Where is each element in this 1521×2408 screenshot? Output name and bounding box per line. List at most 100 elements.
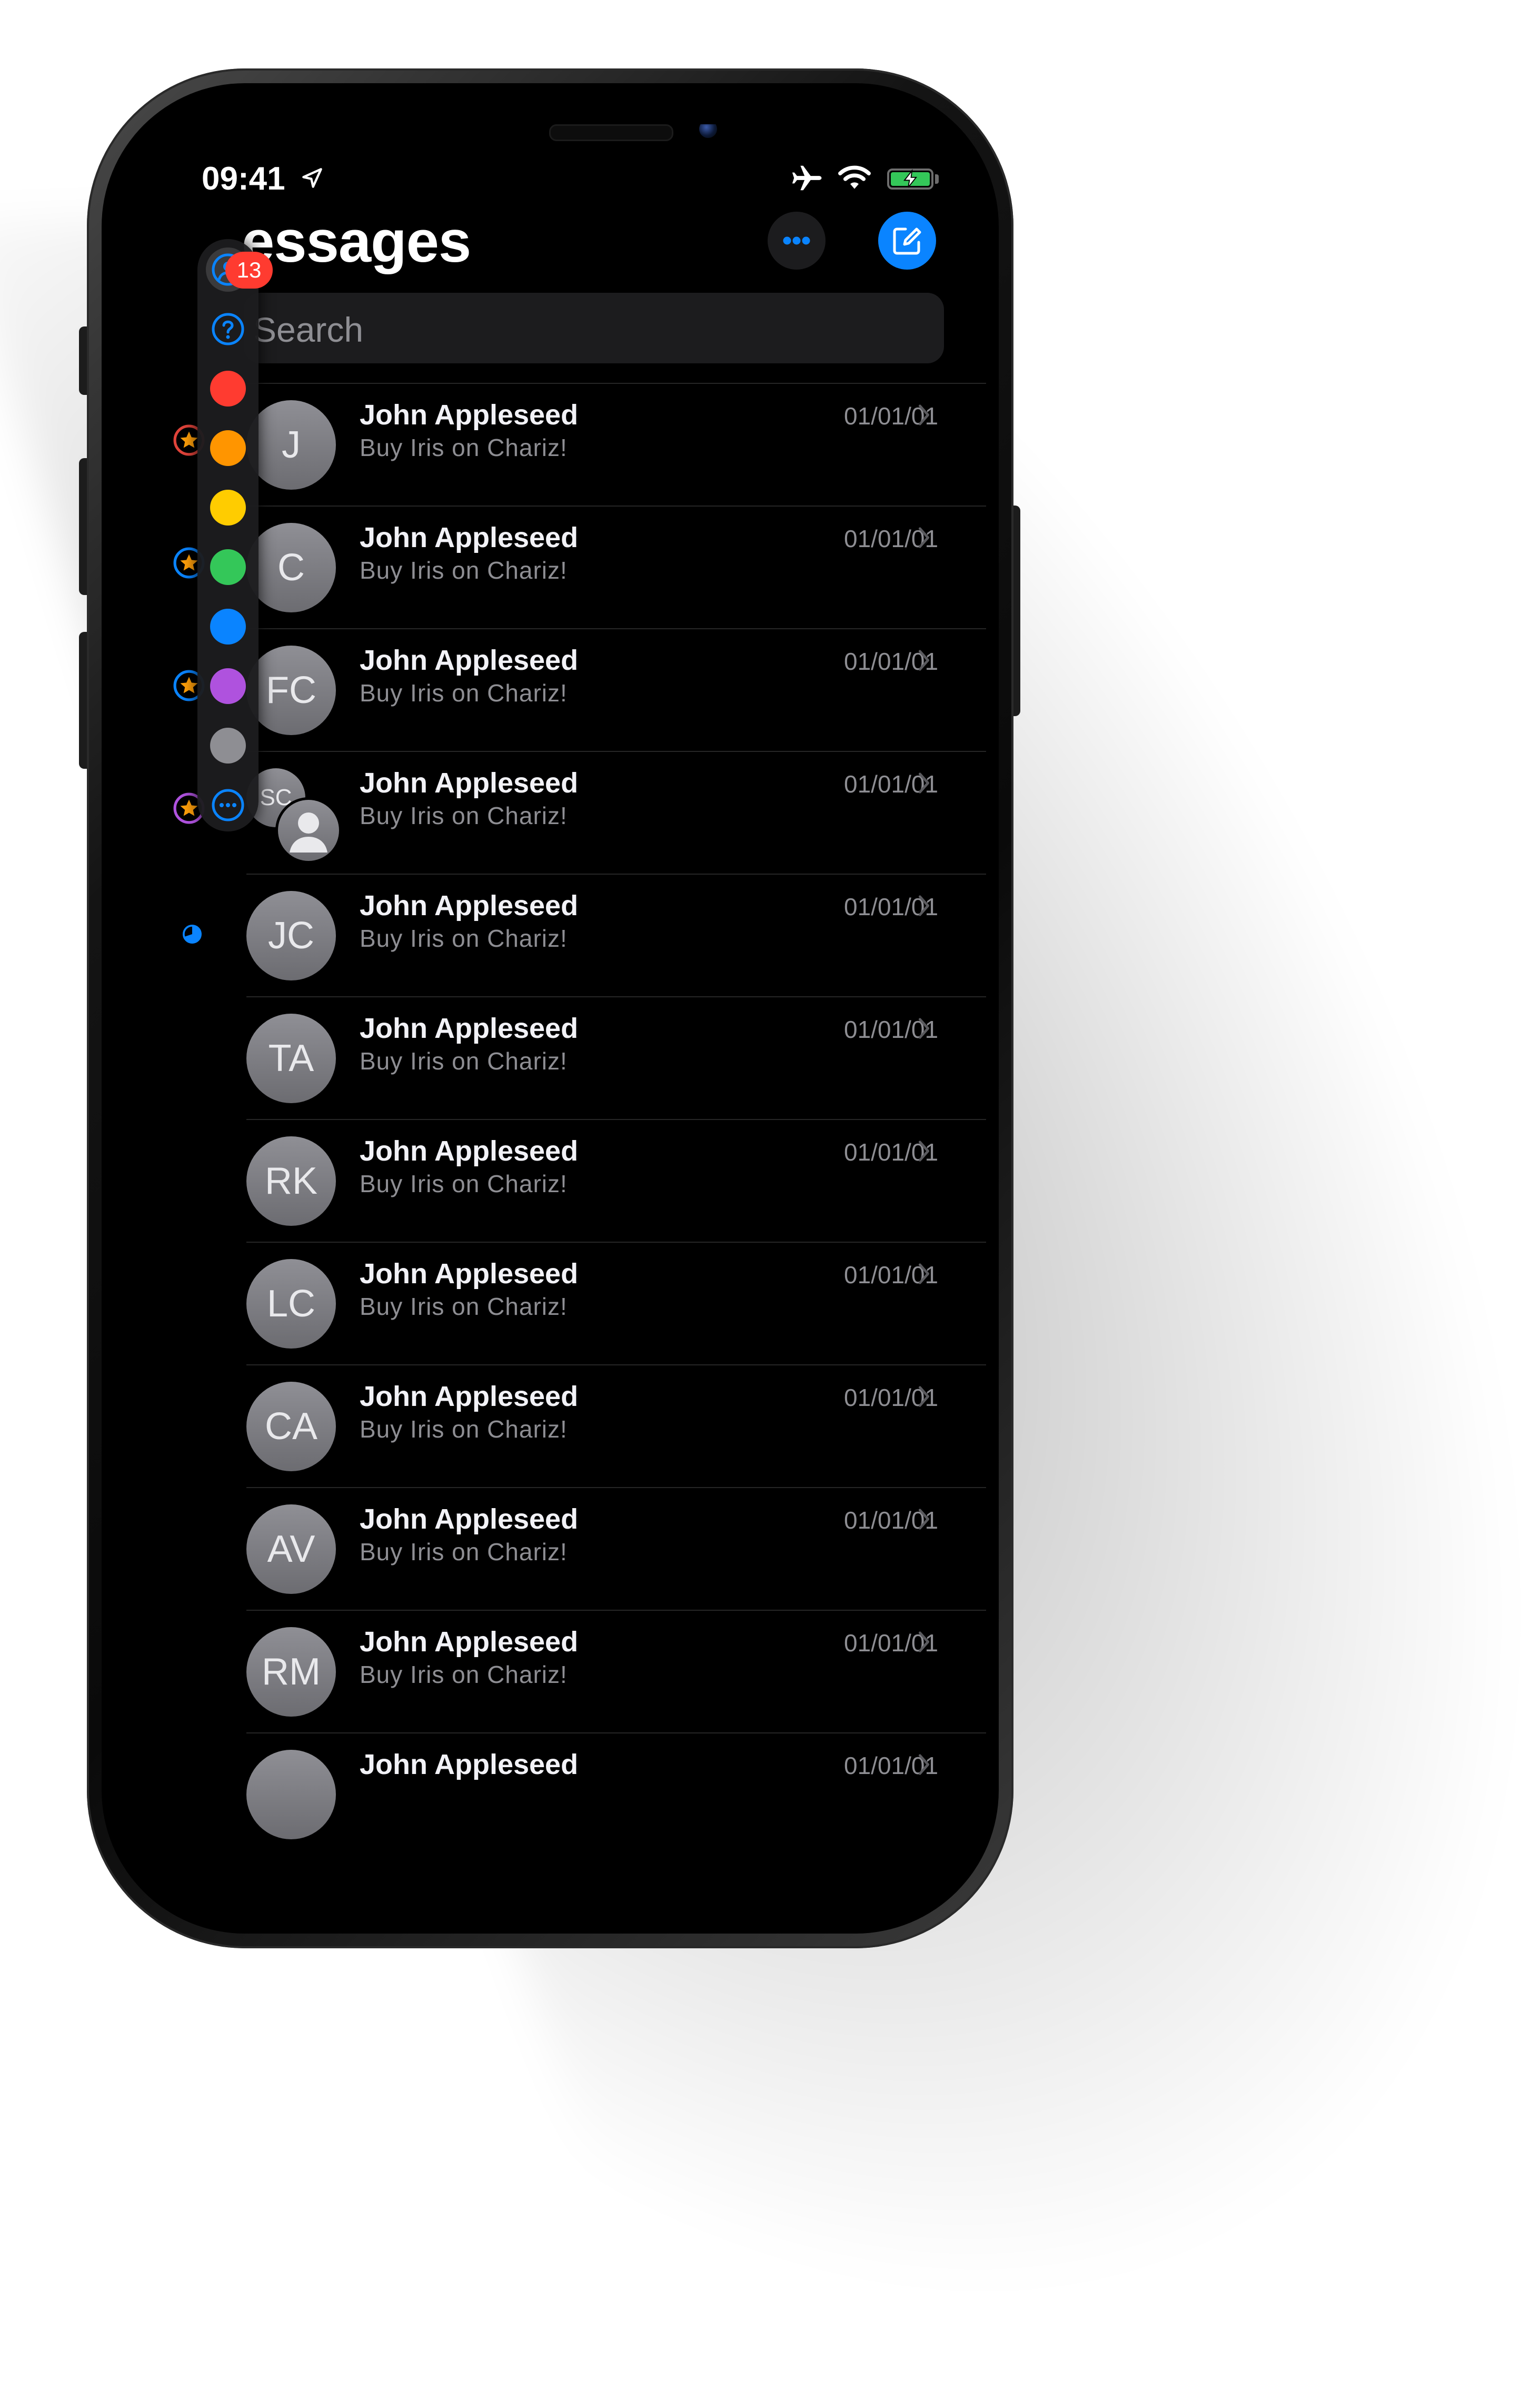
- message-preview: Buy Iris on Chariz!: [360, 925, 568, 952]
- chevron-right-icon: [918, 404, 930, 425]
- avatar: TA: [246, 1014, 336, 1103]
- row-separator: [246, 1364, 986, 1365]
- row-separator: [246, 874, 986, 875]
- message-preview: Buy Iris on Chariz!: [360, 1293, 568, 1320]
- person-avatar-icon: [275, 797, 342, 864]
- conversation-row[interactable]: CA John Appleseed Buy Iris on Chariz! 01…: [144, 1364, 986, 1487]
- conversation-row[interactable]: FC John Appleseed Buy Iris on Chariz! 01…: [144, 628, 986, 751]
- avatar: J: [246, 400, 336, 490]
- conversation-row[interactable]: John Appleseed 01/01/01: [144, 1732, 986, 1855]
- chevron-right-icon: [918, 772, 930, 794]
- chevron-right-icon: [918, 1263, 930, 1284]
- color-dot-orange[interactable]: [210, 430, 246, 466]
- screen: 09:41 essages Search J John Appleseed Bu…: [144, 124, 986, 1922]
- row-separator: [246, 1610, 986, 1611]
- unread-count-badge: 13: [225, 252, 273, 289]
- unknown-senders-icon[interactable]: [210, 311, 246, 347]
- row-separator: [246, 1732, 986, 1733]
- row-separator: [246, 506, 986, 507]
- color-dot-blue[interactable]: [210, 609, 246, 645]
- phone-bezel: 09:41 essages Search J John Appleseed Bu…: [102, 83, 999, 1934]
- avatar: [246, 1750, 336, 1839]
- chevron-right-icon: [918, 527, 930, 548]
- message-preview: Buy Iris on Chariz!: [360, 1170, 568, 1197]
- contact-name: John Appleseed: [360, 522, 579, 553]
- chevron-right-icon: [918, 1141, 930, 1162]
- avatar: JC: [246, 891, 336, 980]
- chevron-right-icon: [918, 895, 930, 916]
- message-preview: Buy Iris on Chariz!: [360, 557, 568, 584]
- contact-name: John Appleseed: [360, 1626, 579, 1658]
- avatar: LC: [246, 1259, 336, 1349]
- avatar: AV: [246, 1504, 336, 1594]
- color-dot-yellow[interactable]: [210, 490, 246, 526]
- color-dot-red[interactable]: [210, 371, 246, 407]
- row-separator: [246, 628, 986, 629]
- conversation-row[interactable]: AV John Appleseed Buy Iris on Chariz! 01…: [144, 1487, 986, 1610]
- color-dot-gray[interactable]: [210, 728, 246, 764]
- contact-name: John Appleseed: [360, 1381, 579, 1412]
- conversation-row[interactable]: J John Appleseed Buy Iris on Chariz! 01/…: [144, 383, 986, 506]
- contact-name: John Appleseed: [360, 399, 579, 431]
- avatar: FC: [246, 646, 336, 735]
- front-camera: [699, 124, 717, 138]
- chevron-right-icon: [918, 1754, 930, 1775]
- conversation-row[interactable]: RK John Appleseed Buy Iris on Chariz! 01…: [144, 1119, 986, 1242]
- contact-name: John Appleseed: [360, 645, 579, 676]
- message-preview: Buy Iris on Chariz!: [360, 434, 568, 461]
- row-separator: [246, 1119, 986, 1120]
- color-dot-purple[interactable]: [210, 668, 246, 704]
- filter-picker[interactable]: [197, 239, 259, 831]
- contact-name: John Appleseed: [360, 1013, 579, 1044]
- message-preview: Buy Iris on Chariz!: [360, 679, 568, 707]
- row-separator: [246, 383, 986, 384]
- contact-name: John Appleseed: [360, 1258, 579, 1290]
- row-separator: [246, 996, 986, 997]
- more-options-button[interactable]: [768, 212, 826, 270]
- message-preview: Buy Iris on Chariz!: [360, 1047, 568, 1075]
- compose-button[interactable]: [878, 212, 936, 270]
- search-field[interactable]: Search: [244, 293, 944, 363]
- charging-bolt-icon: [903, 169, 918, 188]
- avatar: RK: [246, 1136, 336, 1226]
- conversation-row[interactable]: RM John Appleseed Buy Iris on Chariz! 01…: [144, 1610, 986, 1732]
- row-separator: [246, 751, 986, 752]
- contact-name: John Appleseed: [360, 1503, 579, 1535]
- conversation-row[interactable]: LC John Appleseed Buy Iris on Chariz! 01…: [144, 1242, 986, 1364]
- search-placeholder: Search: [253, 310, 364, 349]
- chevron-right-icon: [918, 1509, 930, 1530]
- contact-name: John Appleseed: [360, 1749, 579, 1780]
- contact-name: John Appleseed: [360, 767, 579, 799]
- conversation-row[interactable]: C John Appleseed Buy Iris on Chariz! 01/…: [144, 506, 986, 628]
- chevron-right-icon: [918, 1018, 930, 1039]
- chevron-right-icon: [918, 1631, 930, 1652]
- compose-icon: [893, 227, 921, 255]
- battery-tip: [935, 174, 939, 184]
- location-arrow-icon: [302, 168, 322, 188]
- message-preview: Buy Iris on Chariz!: [360, 802, 568, 829]
- conversation-row[interactable]: TA John Appleseed Buy Iris on Chariz! 01…: [144, 996, 986, 1119]
- status-time: 09:41: [202, 161, 285, 197]
- row-separator: [246, 1242, 986, 1243]
- avatar: C: [246, 523, 336, 612]
- chevron-right-icon: [918, 650, 930, 671]
- message-preview: Buy Iris on Chariz!: [360, 1415, 568, 1443]
- contact-name: John Appleseed: [360, 1135, 579, 1167]
- message-preview: Buy Iris on Chariz!: [360, 1538, 568, 1565]
- conversation-row[interactable]: JC John Appleseed Buy Iris on Chariz! 01…: [144, 874, 986, 996]
- conversation-row[interactable]: SC John Appleseed Buy Iris on Chariz! 01…: [144, 751, 986, 874]
- message-preview: Buy Iris on Chariz!: [360, 1661, 568, 1688]
- phone-frame: 09:41 essages Search J John Appleseed Bu…: [87, 68, 1013, 1948]
- avatar: RM: [246, 1627, 336, 1717]
- color-dot-green[interactable]: [210, 549, 246, 585]
- contact-name: John Appleseed: [360, 890, 579, 921]
- more-filters-icon[interactable]: [210, 787, 246, 823]
- airplane-mode-icon: [792, 165, 822, 191]
- partial-unread-icon: [183, 925, 202, 944]
- wifi-icon: [838, 165, 871, 189]
- page-title: essages: [242, 209, 471, 274]
- avatar: CA: [246, 1382, 336, 1471]
- chevron-right-icon: [918, 1386, 930, 1407]
- earpiece-speaker: [549, 124, 673, 141]
- row-separator: [246, 1487, 986, 1488]
